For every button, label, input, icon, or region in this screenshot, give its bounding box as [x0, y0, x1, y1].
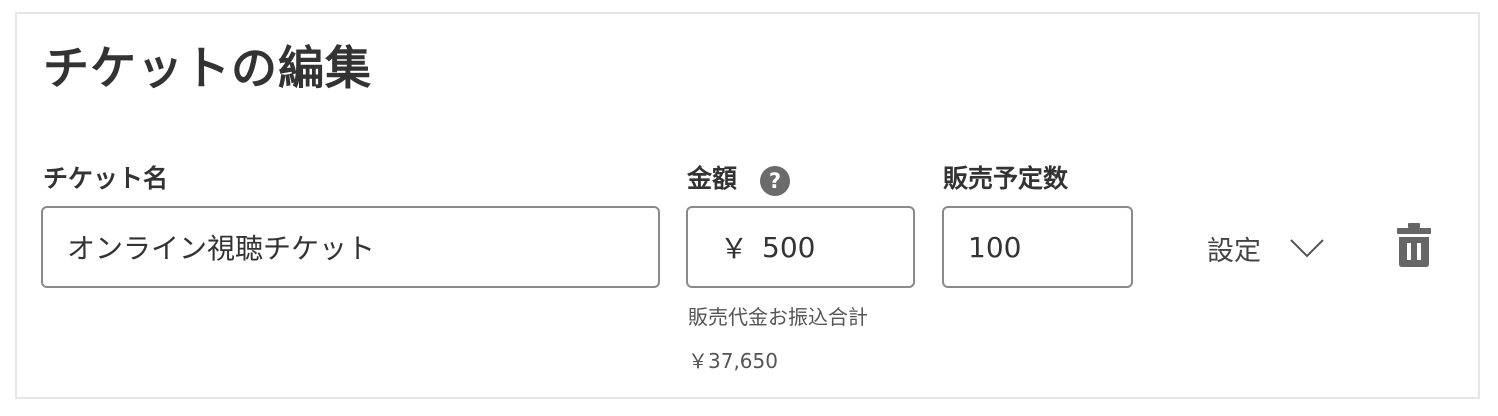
- settings-label: 設定: [1207, 235, 1261, 267]
- quantity-input[interactable]: 100: [942, 206, 1133, 288]
- ticket-name-value: オンライン視聴チケット: [67, 232, 376, 265]
- currency-symbol: ￥: [720, 232, 749, 265]
- payout-label: 販売代金お振込合計: [688, 305, 868, 329]
- ticket-name-label: チケット名: [43, 164, 169, 193]
- ticket-edit-card: チケットの編集 チケット名 オンライン視聴チケット 金額 ? ￥ 500 販売代…: [15, 12, 1480, 399]
- trash-icon[interactable]: [1396, 222, 1432, 268]
- page-title: チケットの編集: [43, 41, 372, 95]
- price-value: 500: [762, 230, 816, 264]
- price-input[interactable]: ￥ 500: [686, 206, 915, 288]
- help-icon[interactable]: ?: [760, 166, 790, 196]
- quantity-label: 販売予定数: [943, 164, 1069, 193]
- payout-value: ￥37,650: [688, 349, 778, 373]
- settings-dropdown[interactable]: 設定: [1207, 228, 1325, 268]
- ticket-name-input[interactable]: オンライン視聴チケット: [41, 206, 660, 288]
- quantity-value: 100: [968, 230, 1022, 264]
- chevron-down-icon: [1290, 239, 1324, 258]
- price-label: 金額: [687, 164, 738, 193]
